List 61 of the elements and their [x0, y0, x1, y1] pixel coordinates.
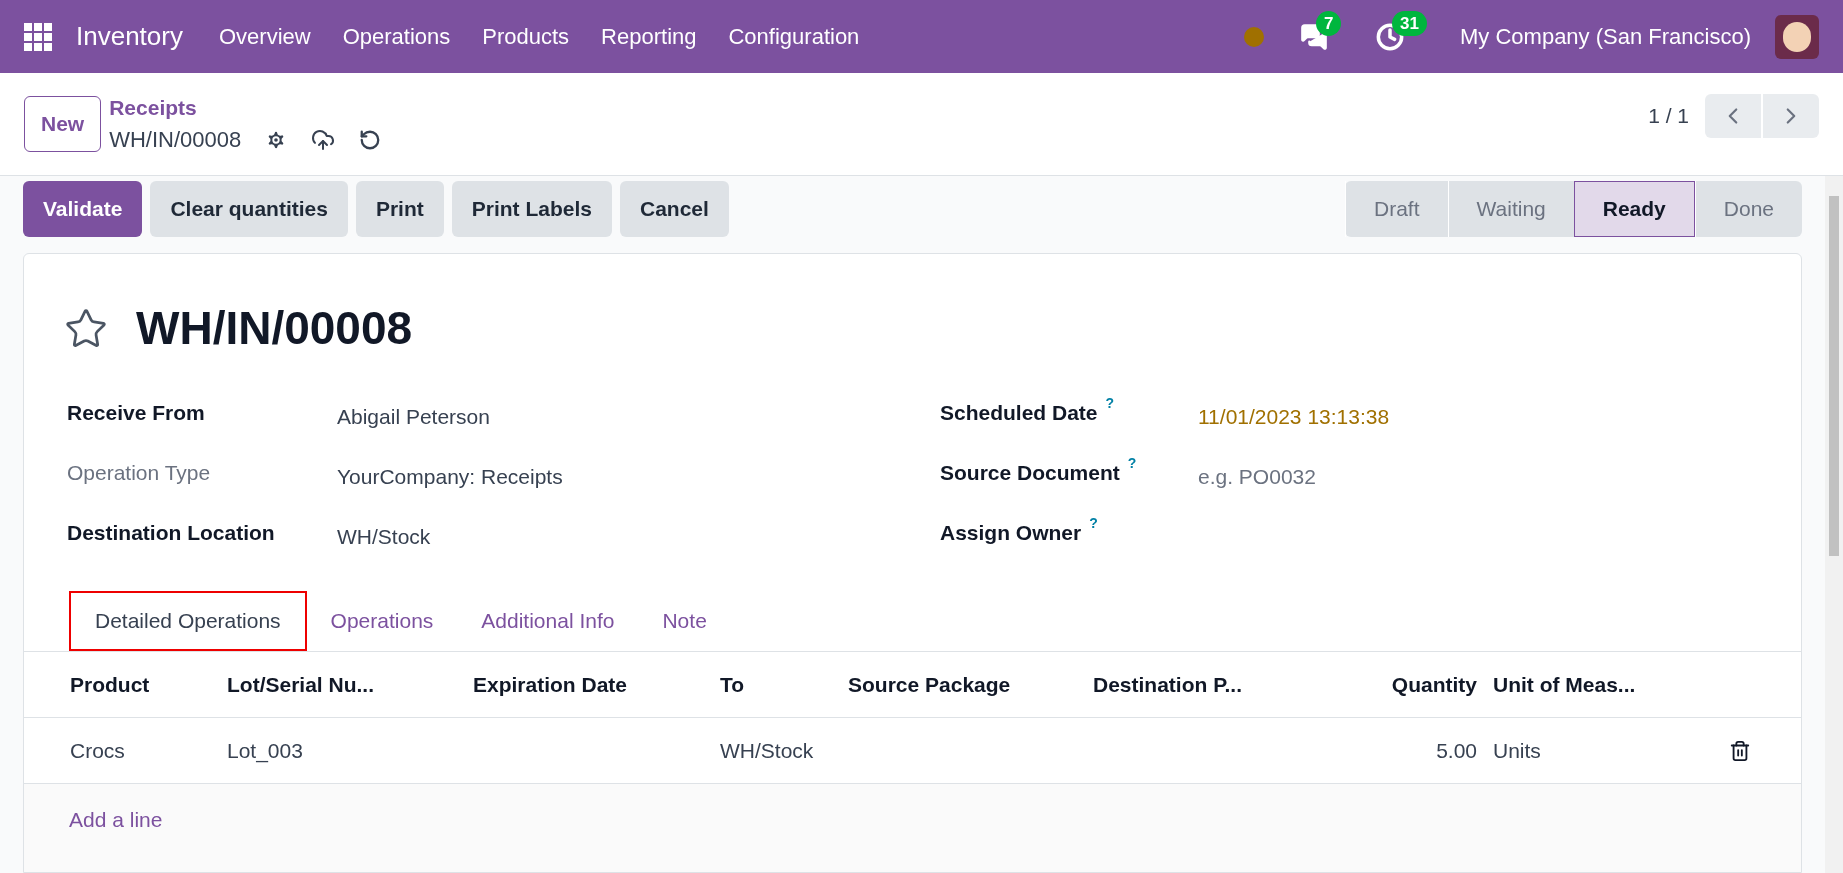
pager-value: 1 / 1: [1648, 103, 1689, 130]
column-header[interactable]: To: [720, 672, 745, 696]
column-header[interactable]: Destination P...: [1093, 672, 1242, 696]
breadcrumb-link[interactable]: Receipts: [109, 91, 382, 124]
status-step[interactable]: Ready: [1573, 181, 1695, 237]
activity-count-badge: 31: [1392, 10, 1427, 36]
table-cell: 5.00: [1436, 738, 1477, 762]
nav-menu-item[interactable]: Operations: [342, 20, 451, 53]
apps-grid-icon[interactable]: [24, 22, 52, 51]
nav-menu-item[interactable]: Products: [482, 20, 570, 53]
table-cell: Units: [1493, 738, 1541, 762]
tab[interactable]: Operations: [306, 591, 458, 651]
breadcrumb-current: WH/IN/00008: [109, 126, 242, 155]
table-cell: Crocs: [70, 738, 125, 762]
company-switcher[interactable]: My Company (San Francisco): [1460, 20, 1751, 53]
nav-menu-item[interactable]: Configuration: [728, 20, 860, 53]
action-button[interactable]: Print: [355, 181, 444, 237]
table-cell: WH/Stock: [720, 738, 814, 762]
field-label: Destination Location: [67, 520, 276, 546]
action-button[interactable]: Clear quantities: [150, 181, 348, 237]
new-button[interactable]: New: [24, 96, 102, 152]
action-button[interactable]: Cancel: [620, 181, 729, 237]
status-step[interactable]: Draft: [1345, 181, 1448, 237]
field-value[interactable]: WH/Stock: [337, 517, 431, 553]
delete-icon[interactable]: [1729, 739, 1751, 762]
help-tooltip-icon[interactable]: ?: [1127, 453, 1137, 489]
cloud-upload-icon[interactable]: [311, 127, 336, 152]
message-count-badge: 7: [1316, 10, 1342, 36]
add-line-link[interactable]: Add a line: [69, 808, 163, 831]
column-header[interactable]: Unit of Meas...: [1493, 672, 1636, 696]
nav-menu-item[interactable]: Overview: [218, 20, 311, 53]
column-header[interactable]: Product: [70, 672, 150, 696]
app-name[interactable]: Inventory: [76, 17, 183, 56]
status-step[interactable]: Waiting: [1447, 181, 1574, 237]
help-tooltip-icon[interactable]: ?: [1105, 393, 1115, 429]
status-step[interactable]: Done: [1694, 181, 1802, 237]
field-label: Operation Type: [67, 460, 212, 486]
user-avatar[interactable]: [1775, 14, 1819, 59]
field-label: Source Document: [940, 460, 1120, 486]
field-value[interactable]: YourCompany: Receipts: [337, 457, 563, 493]
field-value[interactable]: Abigail Peterson: [337, 397, 490, 433]
column-header[interactable]: Source Package: [848, 672, 1011, 696]
nav-menu-item[interactable]: Reporting: [601, 20, 697, 53]
help-tooltip-icon[interactable]: ?: [1089, 513, 1098, 549]
field-value[interactable]: 11/01/2023 13:13:38: [1198, 397, 1390, 433]
input-field[interactable]: e.g. PO0032: [1198, 457, 1498, 493]
page-scrollbar[interactable]: [1825, 176, 1843, 873]
tab[interactable]: Additional Info: [457, 591, 639, 651]
table-cell: Lot_003: [227, 738, 303, 762]
action-button[interactable]: Validate: [23, 181, 143, 237]
field-label: Scheduled Date: [940, 400, 1098, 426]
discard-icon[interactable]: [359, 128, 382, 151]
column-header[interactable]: Quantity: [1391, 672, 1477, 696]
tab[interactable]: Detailed Operations: [69, 591, 307, 651]
record-title: WH/IN/00008: [136, 301, 413, 356]
column-header[interactable]: Lot/Serial Nu...: [227, 672, 375, 696]
field-label: Assign Owner: [940, 520, 1082, 546]
tab[interactable]: Note: [638, 591, 731, 651]
field-label: Receive From: [67, 400, 206, 426]
action-button[interactable]: Print Labels: [451, 181, 612, 237]
column-header[interactable]: Expiration Date: [473, 672, 628, 696]
